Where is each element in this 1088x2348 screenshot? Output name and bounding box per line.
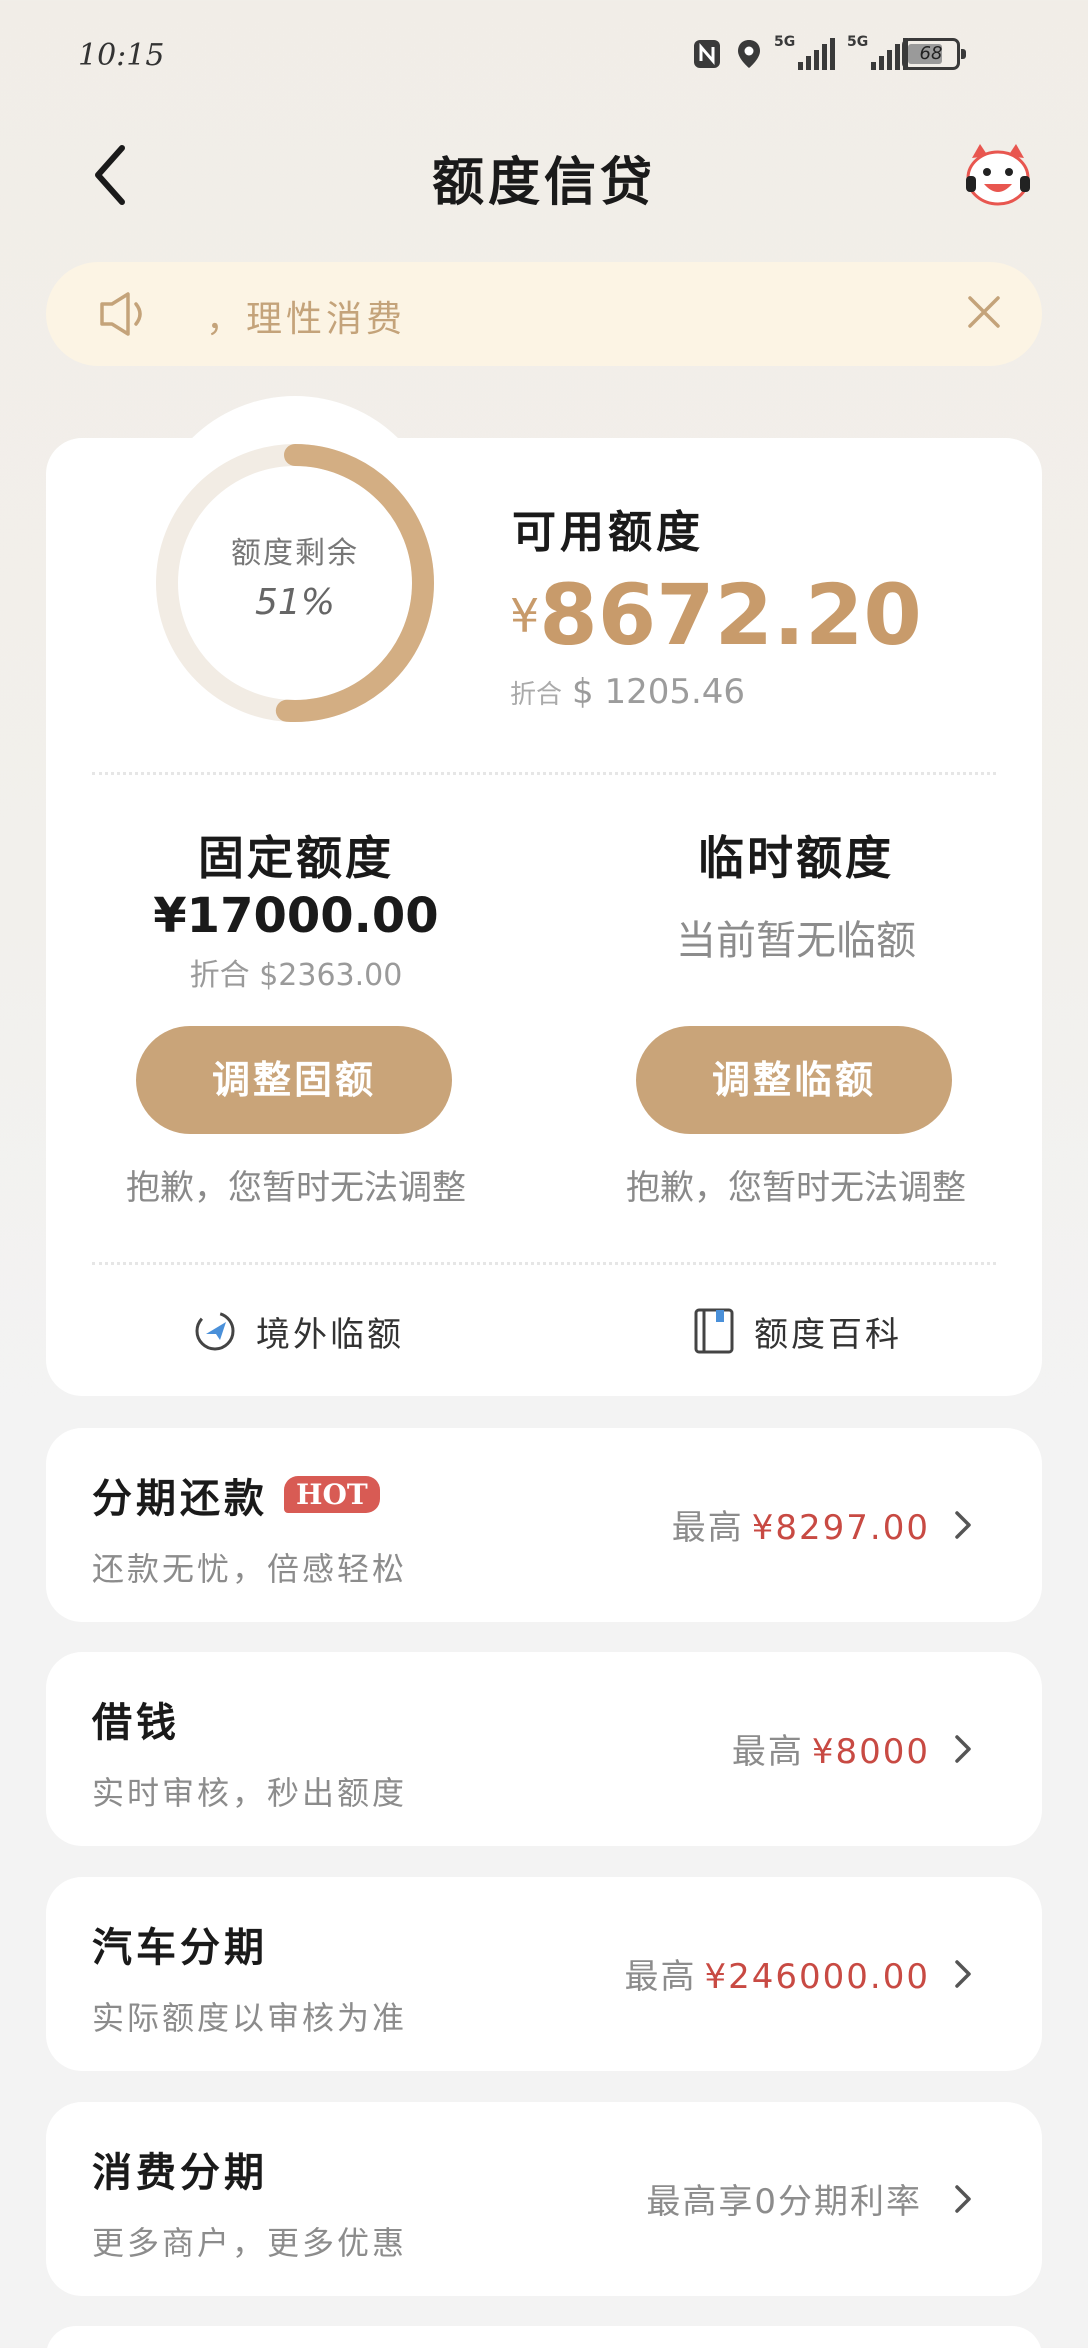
available-amount: ¥8672.20 — [510, 566, 922, 664]
temp-quota: 临时额度 当前暂无临额 — [596, 822, 996, 966]
conversion-prefix: 折合 — [510, 680, 563, 710]
quota-wiki-link[interactable]: 额度百科 — [692, 1300, 902, 1362]
chevron-right-icon — [955, 1511, 971, 1539]
product-name: 借钱 — [92, 1699, 180, 1746]
product-name: 分期还款 HOT — [92, 1466, 380, 1524]
product-limit: 最高 ¥246000.00 — [624, 1957, 930, 1997]
temp-quota-note: 抱歉，您暂时无法调整 — [626, 1168, 966, 1208]
overseas-quota-link[interactable]: 境外临额 — [192, 1300, 404, 1362]
product-subtitle: 实时审核，秒出额度 — [92, 1774, 408, 1812]
temp-quota-title: 临时额度 — [698, 831, 894, 885]
notice-bar: ，理性消费 — [46, 262, 1042, 366]
available-label: 可用额度 — [512, 507, 704, 558]
product-subtitle: 实际额度以审核为准 — [92, 1999, 408, 2037]
available-conversion: 折合 $ 1205.46 — [510, 672, 745, 712]
notice-text: ，理性消费 — [206, 299, 407, 340]
conversion-value: $ 1205.46 — [572, 672, 746, 712]
fixed-quota-conversion: 折合 $2363.00 — [189, 958, 403, 993]
consumer-installment-row[interactable]: 消费分期 更多商户，更多优惠 最高享0分期利率 — [46, 2102, 1042, 2296]
car-installment-row[interactable]: 汽车分期 实际额度以审核为准 最高 ¥246000.00 — [46, 1877, 1042, 2071]
nfc-icon — [694, 40, 720, 68]
overseas-quota-label: 境外临额 — [256, 1314, 404, 1355]
product-name: 汽车分期 — [92, 1924, 268, 1971]
close-icon[interactable] — [964, 292, 1004, 332]
fixed-quota-amount: ¥17000.00 — [153, 888, 439, 944]
product-limit: 最高 ¥8000 — [731, 1732, 930, 1772]
product-subtitle: 更多商户，更多优惠 — [92, 2224, 408, 2262]
divider — [92, 772, 996, 775]
fixed-quota-title: 固定额度 — [198, 831, 394, 885]
installment-repay-row[interactable]: 分期还款 HOT 还款无忧，倍感轻松 最高 ¥8297.00 — [46, 1428, 1042, 1622]
product-limit: 最高 ¥8297.00 — [671, 1508, 930, 1548]
status-icons: 5G 5G — [692, 34, 908, 74]
product-subtitle: 还款无忧，倍感轻松 — [92, 1550, 408, 1588]
chevron-right-icon — [955, 1960, 971, 1988]
hot-badge: HOT — [284, 1476, 380, 1513]
product-limit: 最高享0分期利率 — [646, 2182, 922, 2222]
battery-icon: 68 — [902, 38, 966, 70]
ring-label: 额度剩余 — [231, 536, 359, 571]
divider — [92, 1262, 996, 1265]
available-currency: ¥ — [510, 589, 540, 643]
speaker-icon — [100, 292, 142, 336]
signal-icon: 5G — [847, 34, 908, 70]
status-time: 10:15 — [78, 38, 165, 73]
available-number: 8672.20 — [539, 566, 922, 664]
signal-icon: 5G — [774, 34, 835, 70]
quota-wiki-label: 额度百科 — [754, 1314, 902, 1355]
fixed-quota: 固定额度 ¥17000.00 折合 $2363.00 — [96, 822, 496, 994]
fixed-quota-note: 抱歉，您暂时无法调整 — [126, 1168, 466, 1208]
book-icon — [694, 1308, 734, 1354]
adjust-temp-button[interactable]: 调整临额 — [636, 1026, 952, 1134]
location-icon — [738, 40, 760, 68]
borrow-row[interactable]: 借钱 实时审核，秒出额度 最高 ¥8000 — [46, 1652, 1042, 1846]
adjust-fixed-button[interactable]: 调整固额 — [136, 1026, 452, 1134]
mascot-icon[interactable] — [960, 140, 1036, 210]
product-name: 消费分期 — [92, 2149, 268, 2196]
next-row — [46, 2326, 1042, 2348]
plane-icon — [195, 1311, 235, 1351]
ring-percent: 51% — [254, 582, 335, 623]
chevron-right-icon — [955, 1735, 971, 1763]
status-bar: 10:15 5G 5G 68 — [0, 0, 1088, 110]
temp-quota-status: 当前暂无临额 — [676, 918, 916, 964]
page-title: 额度信贷 — [431, 152, 656, 213]
chevron-right-icon — [955, 2185, 971, 2213]
